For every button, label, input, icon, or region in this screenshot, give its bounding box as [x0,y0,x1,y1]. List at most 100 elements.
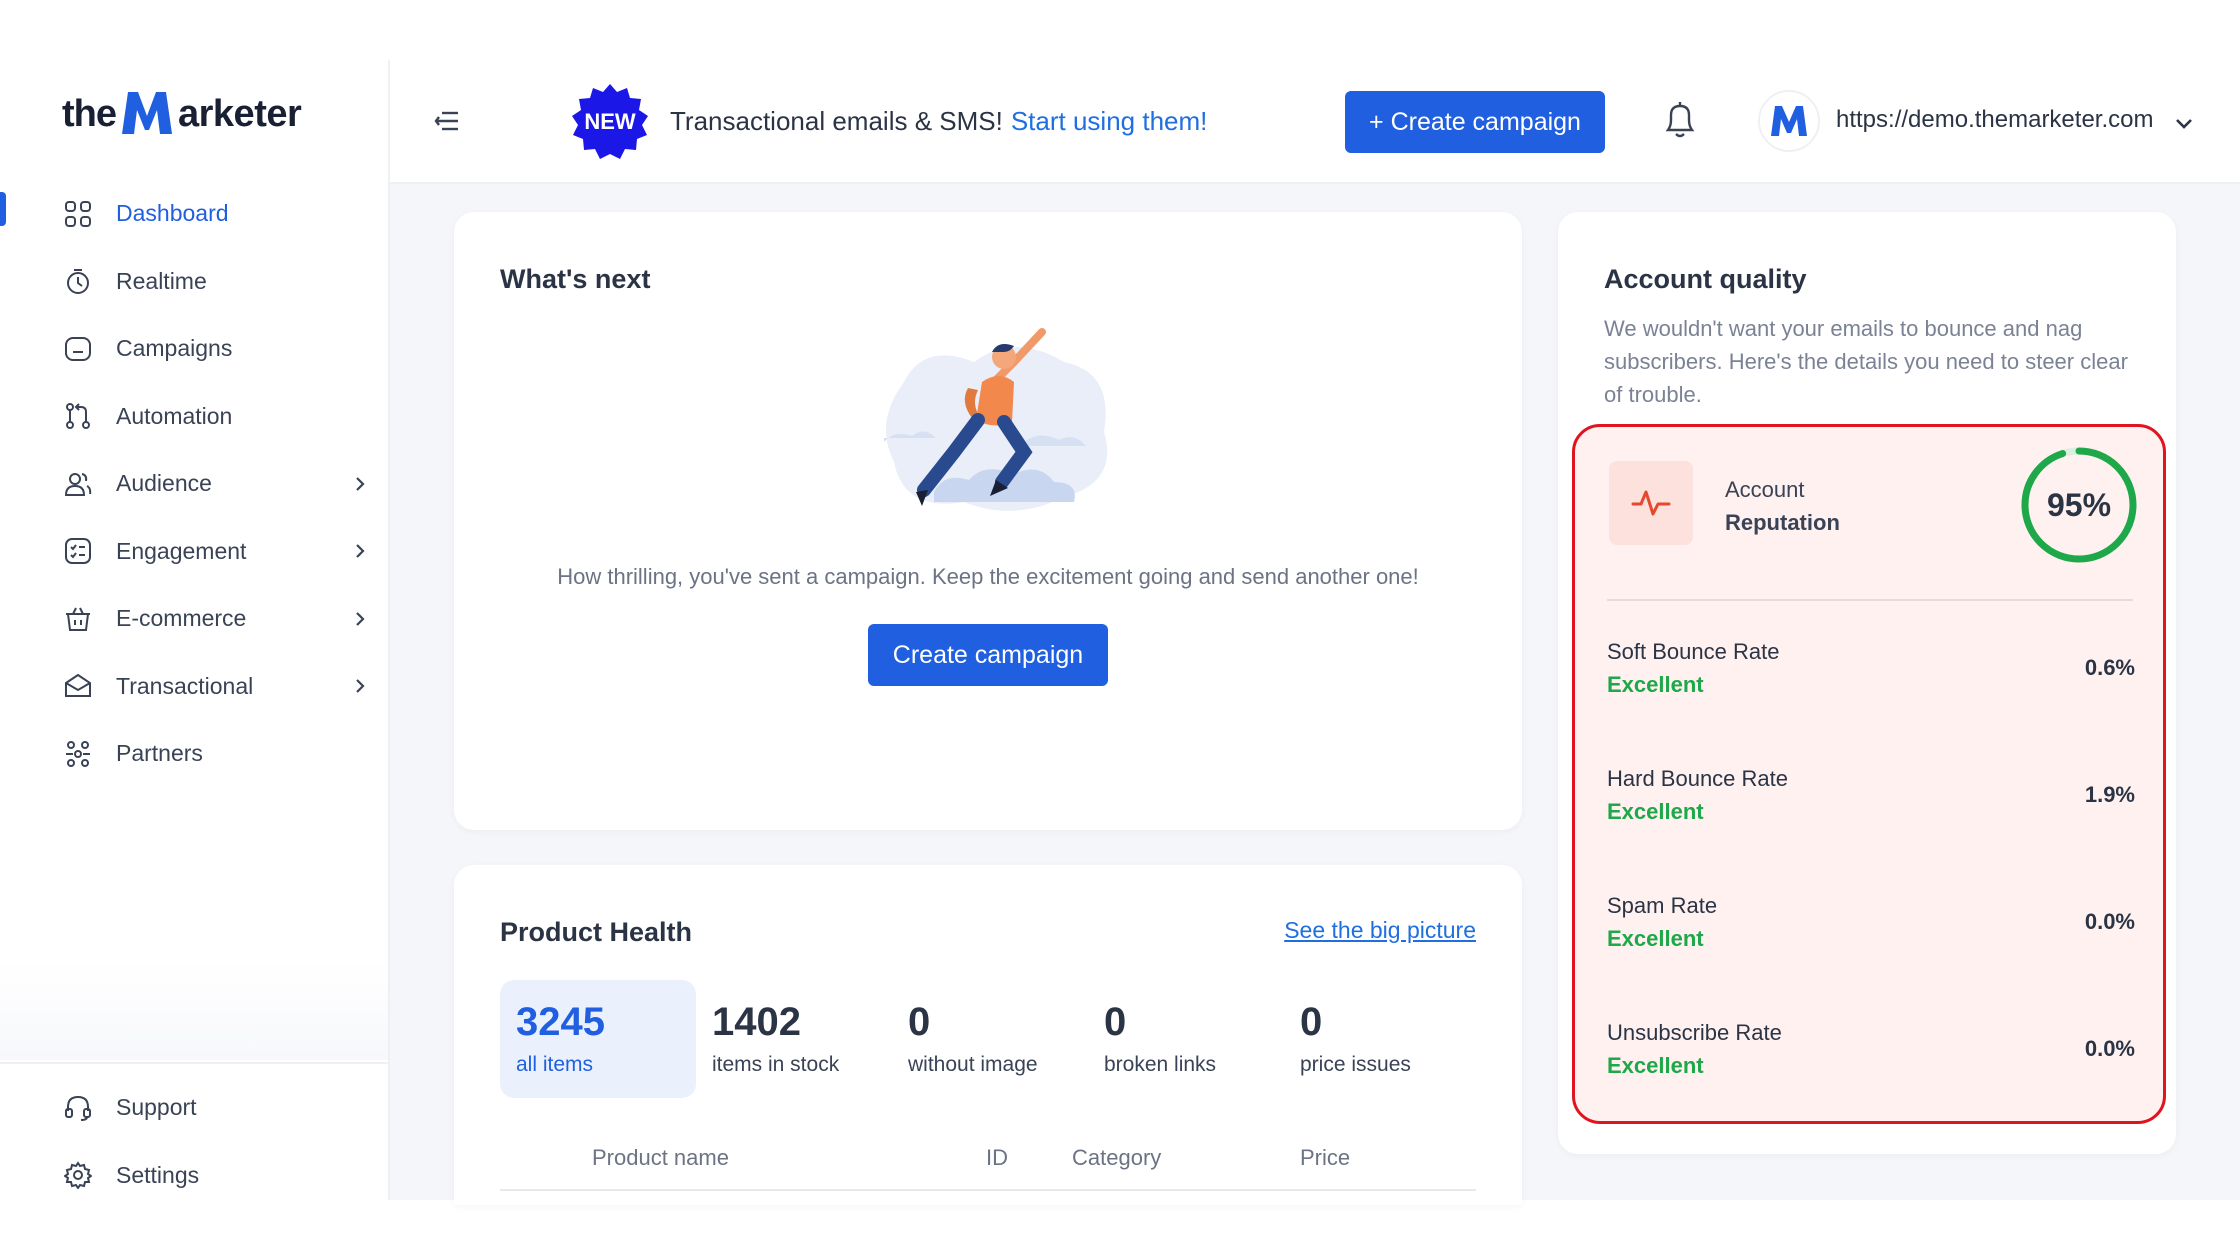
stat-value: 0 [1300,1000,1323,1044]
timer-icon [62,265,94,297]
account-avatar[interactable] [1758,90,1820,152]
reputation-label-account: Account [1725,477,1805,502]
logo-m-icon [118,88,176,136]
reputation-label-reputation: Reputation [1725,510,1840,535]
stat-label: without image [908,1053,1038,1076]
new-badge: NEW [570,82,650,162]
sidebar-item-automation[interactable]: Automation [0,383,390,451]
sidebar-item-audience[interactable]: Audience [0,450,390,518]
sidebar-item-transactional[interactable]: Transactional [0,653,390,721]
sidebar: the arketer Dashboard Realtime Campaigns… [0,60,390,1200]
new-badge-text: NEW [584,109,636,134]
column-price[interactable]: Price [1300,1145,1350,1171]
metric-status: Excellent [1607,1053,1704,1078]
sidebar-item-campaigns[interactable]: Campaigns [0,315,390,383]
metric-name: Soft Bounce Rate [1607,639,1780,664]
bell-icon[interactable] [1662,100,1698,140]
logo-text-rest: arketer [178,93,302,135]
stat-label: all items [516,1053,594,1076]
folder-icon [62,333,94,365]
stat-items-in-stock[interactable]: 1402 items in stock [696,980,892,1098]
sidebar-item-label: Transactional [116,672,254,699]
column-product-name[interactable]: Product name [592,1145,729,1171]
metric-soft-bounce: Soft Bounce Rate Excellent 0.6% [1607,639,2135,719]
metric-status: Excellent [1607,799,1704,824]
metric-name: Hard Bounce Rate [1607,766,1788,791]
headset-icon [62,1092,94,1124]
sidebar-item-ecommerce[interactable]: E-commerce [0,585,390,653]
users-icon [62,468,94,500]
divider [1607,599,2133,601]
create-campaign-header-button[interactable]: + Create campaign [1345,91,1605,153]
stat-price-issues[interactable]: 0 price issues [1284,980,1480,1098]
stat-label: price issues [1300,1053,1411,1076]
chevron-right-icon [350,609,370,629]
stat-label: broken links [1104,1053,1217,1076]
stat-value: 0 [908,1000,931,1044]
metric-name: Spam Rate [1607,893,1718,918]
chevron-right-icon [350,541,370,561]
account-quality-card: Account quality We wouldn't want your em… [1558,212,2176,1154]
sidebar-item-label: Support [116,1094,197,1121]
stat-without-image[interactable]: 0 without image [892,980,1088,1098]
partners-icon [62,738,94,770]
metric-name: Unsubscribe Rate [1607,1020,1782,1045]
sidebar-item-label: E-commerce [116,605,247,632]
sidebar-item-realtime[interactable]: Realtime [0,248,390,316]
account-url[interactable]: https://demo.themarketer.com [1836,106,2153,134]
account-quality-title: Account quality [1604,264,1807,294]
sidebar-item-label: Campaigns [116,335,233,362]
sidebar-item-label: Settings [116,1161,200,1188]
see-big-picture-link[interactable]: See the big picture [1284,917,1476,944]
metric-unsubscribe-rate: Unsubscribe Rate Excellent 0.0% [1607,1020,2135,1100]
flying-person-illustration [864,322,1124,532]
account-quality-highlight: Account Reputation 95% Soft Bounce Rate … [1572,424,2166,1124]
column-id[interactable]: ID [986,1145,1008,1171]
sidebar-item-partners[interactable]: Partners [0,720,390,788]
gear-icon [62,1159,94,1191]
product-health-title: Product Health [500,917,693,947]
account-quality-description: We wouldn't want your emails to bounce a… [1604,316,2128,407]
metric-value: 0.0% [2084,909,2135,934]
basket-icon [62,603,94,635]
metric-spam-rate: Spam Rate Excellent 0.0% [1607,893,2135,973]
whats-next-card: What's next How thrilling, you've sent a… [454,212,1522,830]
sidebar-bottom-nav: Support Settings [0,1062,390,1209]
stat-value: 1402 [712,1000,801,1044]
metric-hard-bounce: Hard Bounce Rate Excellent 1.9% [1607,766,2135,846]
flow-icon [62,400,94,432]
metric-value: 0.0% [2084,1036,2135,1061]
top-header: NEW Transactional emails & SMS! Start usi… [390,60,2240,184]
active-indicator [0,192,6,226]
sidebar-item-support[interactable]: Support [0,1074,390,1142]
stat-value: 0 [1104,1000,1127,1044]
sidebar-item-settings[interactable]: Settings [0,1142,390,1210]
product-health-card: Product Health See the big picture 3245 … [454,865,1522,1205]
reputation-value: 95% [2046,486,2112,523]
metric-status: Excellent [1607,926,1704,951]
promo-link[interactable]: Start using them! [1011,106,1208,136]
sidebar-item-label: Dashboard [116,200,229,227]
stat-broken-links[interactable]: 0 broken links [1088,980,1284,1098]
whats-next-message: How thrilling, you've sent a campaign. K… [557,564,1419,589]
metric-status: Excellent [1607,672,1704,697]
sidebar-item-engagement[interactable]: Engagement [0,518,390,586]
grid-icon [62,198,94,230]
sidebar-item-label: Engagement [116,537,247,564]
stat-all-items[interactable]: 3245 all items [500,980,696,1098]
promo-text: Transactional emails & SMS! [670,106,1003,136]
sidebar-item-dashboard[interactable]: Dashboard [0,180,390,248]
checklist-icon [62,535,94,567]
chevron-down-icon[interactable] [2173,112,2195,134]
collapse-menu-icon[interactable] [432,106,462,136]
logo-text-the: the [62,93,117,135]
pulse-icon [1609,461,1693,545]
column-category[interactable]: Category [1072,1145,1161,1171]
stat-label: items in stock [712,1053,840,1076]
sidebar-nav: Dashboard Realtime Campaigns Automation … [0,180,390,788]
sidebar-item-label: Automation [116,402,233,429]
create-campaign-button[interactable]: Create campaign [868,624,1108,686]
stat-value: 3245 [516,1000,605,1044]
brand-logo[interactable]: the arketer [62,88,302,136]
sidebar-fade [0,960,388,1060]
